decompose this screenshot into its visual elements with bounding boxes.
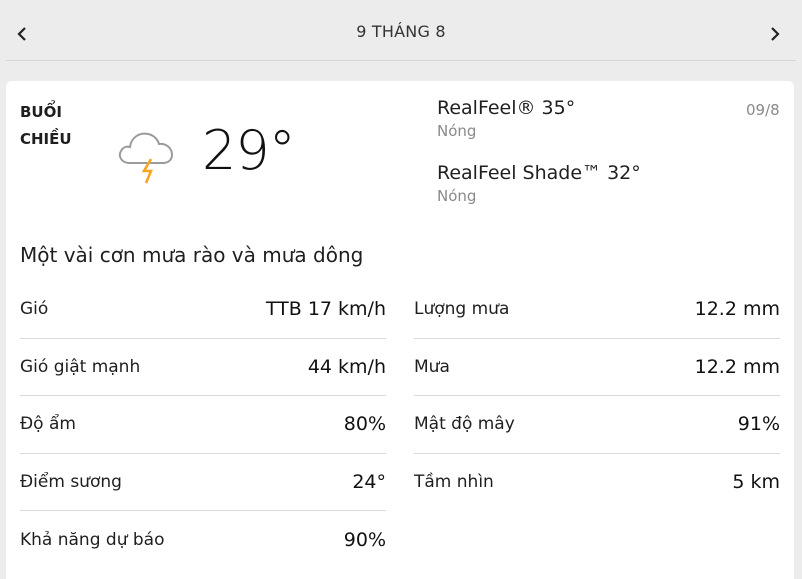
detail-value: 12.2 mm xyxy=(694,355,780,378)
detail-value: 24° xyxy=(352,470,386,493)
detail-value: 91% xyxy=(737,413,780,436)
detail-row-dew-point: Điểm sương 24° xyxy=(20,454,386,511)
detail-label: Tầm nhìn xyxy=(414,472,494,493)
details-right-column: Lượng mưa 12.2 mm Mưa 12.2 mm Mật độ mây… xyxy=(414,281,780,511)
selected-date: 9 THÁNG 8 xyxy=(356,22,446,41)
realfeel-shade-value: RealFeel Shade™ 32° xyxy=(437,162,641,184)
detail-label: Mưa xyxy=(414,356,450,377)
date-navigation-bar: 9 THÁNG 8 xyxy=(0,0,802,64)
detail-value: TTB 17 km/h xyxy=(265,298,386,321)
thunderstorm-cloud-icon xyxy=(118,132,174,184)
chevron-right-icon xyxy=(771,27,780,41)
weather-phrase: Một vài cơn mưa rào và mưa dông xyxy=(20,243,364,267)
realfeel-value: RealFeel® 35° xyxy=(437,97,576,119)
header-divider xyxy=(6,60,796,61)
detail-value: 90% xyxy=(343,528,386,551)
detail-label: Mật độ mây xyxy=(414,414,515,435)
detail-row-visibility: Tầm nhìn 5 km xyxy=(414,454,780,512)
detail-label: Gió giật mạnh xyxy=(20,356,141,377)
detail-label: Gió xyxy=(20,299,49,320)
current-temperature: 29° xyxy=(202,119,296,182)
detail-row-precipitation: Lượng mưa 12.2 mm xyxy=(414,281,780,339)
detail-label: Lượng mưa xyxy=(414,299,510,320)
detail-row-wind-gusts: Gió giật mạnh 44 km/h xyxy=(20,339,386,396)
detail-row-rain: Mưa 12.2 mm xyxy=(414,339,780,396)
day-period: BUỔI CHIỀU xyxy=(20,103,72,148)
realfeel-description: Nóng xyxy=(437,122,477,140)
forecast-card: BUỔI CHIỀU 29° RealFeel® 35° Nóng RealFe… xyxy=(6,81,794,579)
forecast-date: 09/8 xyxy=(746,101,780,119)
realfeel-shade-description: Nóng xyxy=(437,187,477,205)
detail-row-humidity: Độ ẩm 80% xyxy=(20,396,386,454)
detail-value: 80% xyxy=(343,413,386,436)
detail-value: 5 km xyxy=(732,471,780,494)
realfeel-block: RealFeel® 35° Nóng RealFeel Shade™ 32° N… xyxy=(437,95,777,225)
detail-value: 44 km/h xyxy=(307,355,386,378)
details-left-column: Gió TTB 17 km/h Gió giật mạnh 44 km/h Độ… xyxy=(20,281,386,569)
detail-value: 12.2 mm xyxy=(694,298,780,321)
detail-label: Khả năng dự báo xyxy=(20,529,165,550)
detail-row-cloud-cover: Mật độ mây 91% xyxy=(414,396,780,454)
detail-label: Độ ẩm xyxy=(20,414,76,435)
detail-row-probability: Khả năng dự báo 90% xyxy=(20,511,386,569)
next-day-button[interactable] xyxy=(763,20,787,48)
detail-row-wind: Gió TTB 17 km/h xyxy=(20,281,386,339)
detail-label: Điểm sương xyxy=(20,471,122,492)
